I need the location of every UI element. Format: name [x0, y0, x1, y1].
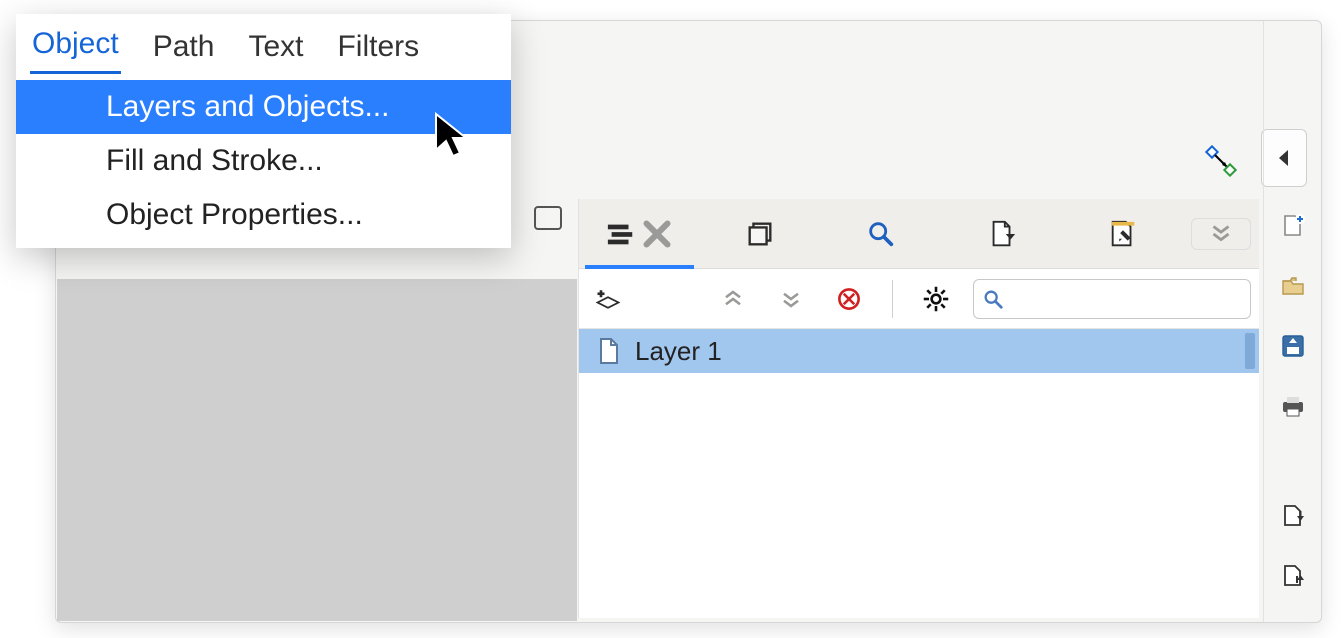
right-toolbar: [1263, 21, 1321, 622]
close-tab-icon[interactable]: [642, 219, 672, 249]
panel-tools-row: [579, 269, 1259, 329]
menu-object-properties[interactable]: Object Properties...: [16, 188, 511, 242]
page-icon: [597, 337, 621, 365]
save-button[interactable]: [1278, 331, 1308, 361]
new-doc-button[interactable]: [1278, 211, 1308, 241]
chevrons-up-icon: [719, 285, 747, 313]
open-folder-icon: [1280, 273, 1306, 299]
tab-objects[interactable]: [700, 199, 821, 268]
tab-find[interactable]: [821, 199, 942, 268]
stack-icon: [745, 219, 775, 249]
layer-list[interactable]: Layer 1: [579, 329, 1259, 618]
layer-row[interactable]: Layer 1: [579, 329, 1259, 373]
gear-icon: [922, 285, 950, 313]
save-icon: [1280, 333, 1306, 359]
layer-settings-button[interactable]: [915, 278, 957, 320]
tab-more[interactable]: [1191, 218, 1251, 250]
add-layer-button[interactable]: [587, 278, 629, 320]
doc-badge-icon: [534, 206, 562, 230]
add-layer-icon: [594, 285, 622, 313]
layers-icon: [606, 219, 636, 249]
menu-object[interactable]: Object: [30, 21, 121, 74]
edit-page-icon: [1108, 219, 1138, 249]
print-icon: [1280, 393, 1306, 419]
layers-panel: Layer 1: [578, 199, 1259, 618]
canvas-area[interactable]: [57, 279, 577, 621]
delete-layer-button[interactable]: [828, 278, 870, 320]
move-down-button[interactable]: [770, 278, 812, 320]
row-marker: [1245, 333, 1255, 369]
snap-indicator-icon: [1201, 141, 1241, 181]
delete-icon: [835, 285, 863, 313]
divider: [892, 280, 893, 318]
menubar-popup: Object Path Text Filters Layers and Obje…: [16, 14, 511, 248]
open-button[interactable]: [1278, 271, 1308, 301]
new-doc-icon: [1280, 213, 1306, 239]
tab-layers[interactable]: [579, 199, 700, 268]
layer-search-input[interactable]: [973, 279, 1251, 319]
chevrons-down-icon: [1206, 219, 1236, 249]
menu-fill-and-stroke[interactable]: Fill and Stroke...: [16, 134, 511, 188]
export-icon: [1280, 563, 1306, 589]
import-button[interactable]: [1278, 501, 1308, 531]
print-button[interactable]: [1278, 391, 1308, 421]
menu-dropdown: Layers and Objects... Fill and Stroke...…: [16, 74, 511, 242]
page-arrow-icon: [987, 219, 1017, 249]
menu-text[interactable]: Text: [246, 24, 305, 74]
menu-path[interactable]: Path: [151, 24, 217, 74]
search-field[interactable]: [1010, 288, 1242, 309]
export-button[interactable]: [1278, 561, 1308, 591]
magnify-icon: [866, 219, 896, 249]
tab-edit[interactable]: [1062, 199, 1183, 268]
search-icon: [982, 288, 1004, 310]
menu-filters[interactable]: Filters: [335, 24, 421, 74]
menu-layers-and-objects[interactable]: Layers and Objects...: [16, 80, 511, 134]
layer-label: Layer 1: [635, 336, 722, 367]
import-icon: [1280, 503, 1306, 529]
panel-tab-strip: [579, 199, 1259, 269]
chevrons-down-icon: [777, 285, 805, 313]
tab-document[interactable]: [941, 199, 1062, 268]
move-up-button[interactable]: [712, 278, 754, 320]
menubar-row: Object Path Text Filters: [16, 14, 511, 74]
